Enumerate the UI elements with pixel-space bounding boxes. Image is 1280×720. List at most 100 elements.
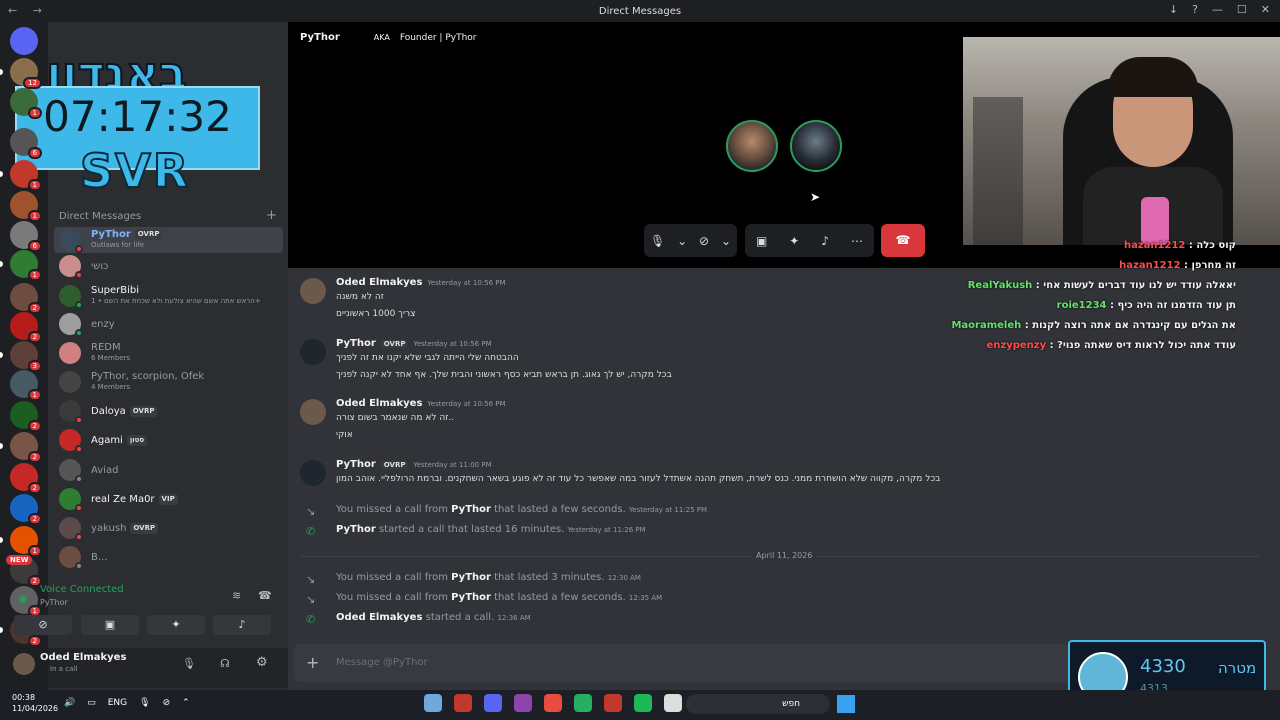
chat-overlay-text: קוס כלה <box>1196 240 1236 251</box>
taskbar-search[interactable]: חפש <box>686 694 830 714</box>
server-icon[interactable]: 2 <box>0 432 42 463</box>
network-icon[interactable]: ▭ <box>87 698 96 708</box>
add-dm-icon[interactable]: + <box>266 208 277 223</box>
message-avatar[interactable] <box>300 399 326 425</box>
mute-icon[interactable]: ⊘ <box>163 698 171 708</box>
server-icon[interactable]: 1 <box>0 250 42 281</box>
maximize-button[interactable]: ☐ <box>1237 3 1247 16</box>
microphone-icon[interactable]: 🎙 <box>139 698 150 708</box>
headphones-icon[interactable]: ☊ <box>220 657 230 670</box>
taskbar-clock[interactable]: 00:38 11/04/2026 <box>12 692 58 714</box>
server-icon[interactable]: 1 <box>10 370 42 401</box>
soundboard-button[interactable]: ♪ <box>213 615 271 635</box>
server-icon[interactable]: 6 <box>10 128 42 159</box>
dm-item[interactable]: Aviad <box>54 457 283 483</box>
message-input[interactable]: Message @PyThor <box>336 657 428 668</box>
system-message-user[interactable]: Oded Elmakyes <box>336 612 422 623</box>
noise-suppression-icon[interactable]: ≋ <box>232 589 241 602</box>
dm-item[interactable]: REDM 6 Members <box>54 340 283 366</box>
system-message-user[interactable]: PyThor <box>451 504 491 515</box>
tray-overflow-icon[interactable]: ⌃ <box>182 698 190 708</box>
dm-item[interactable]: Daloya OVRP <box>54 398 283 424</box>
dm-item[interactable]: enzy <box>54 311 283 337</box>
more-options-icon[interactable]: ⋯ <box>851 234 863 248</box>
dm-item[interactable]: yakush OVRP <box>54 515 283 541</box>
dm-item[interactable]: כושי <box>54 253 283 279</box>
message-author[interactable]: Oded Elmakyes <box>336 277 422 288</box>
user-name[interactable]: Oded Elmakyes <box>40 652 126 663</box>
chat-overlay-line: זה מחרפן : hazan1212 <box>1119 260 1236 271</box>
language-indicator[interactable]: ENG <box>108 698 127 708</box>
chrome-app-icon[interactable] <box>574 694 592 712</box>
server-icon[interactable]: 1 <box>0 160 42 191</box>
chevron-down-icon[interactable]: ⌄ <box>721 234 731 248</box>
help-icon[interactable]: ? <box>1192 3 1198 16</box>
call-participant-avatar[interactable] <box>790 120 842 172</box>
taskbar-app-icon[interactable] <box>604 694 622 712</box>
dm-item[interactable]: PyThor OVRP Outlaws for life <box>54 227 283 253</box>
server-icon[interactable]: 2 <box>10 283 42 314</box>
message-author[interactable]: PyThor <box>336 459 376 470</box>
settings-gear-icon[interactable]: ⚙ <box>256 655 268 670</box>
close-button[interactable]: ✕ <box>1261 3 1270 16</box>
soundboard-icon[interactable]: ♪ <box>821 234 829 248</box>
voice-channel[interactable]: PyThor <box>40 598 68 607</box>
system-message-user[interactable]: PyThor <box>336 524 376 535</box>
server-icon[interactable]: 2 <box>10 401 42 432</box>
message-avatar[interactable] <box>300 278 326 304</box>
microphone-icon[interactable]: 🎙 <box>650 234 665 248</box>
activities-icon[interactable]: ✦ <box>789 234 799 248</box>
server-icon[interactable]: 1 <box>10 88 42 119</box>
dm-item-name-row: Agami סטון <box>91 434 148 446</box>
volume-icon[interactable]: 🔊 <box>64 698 75 708</box>
server-icon[interactable]: 1 <box>10 191 42 222</box>
message-text: ההבטחה שלי הייתה לגבי שלא יקנו את זה לפנ… <box>336 353 519 363</box>
user-avatar[interactable] <box>13 653 35 675</box>
taskbar-app-icon[interactable] <box>544 694 562 712</box>
message-avatar[interactable] <box>300 339 326 365</box>
missed-call-icon: ↘ <box>306 505 316 518</box>
goal-label: מטרה <box>1218 659 1257 677</box>
message-author[interactable]: PyThor <box>336 338 376 349</box>
system-message-user[interactable]: PyThor <box>451 592 491 603</box>
download-icon[interactable]: ↓ <box>1169 3 1178 16</box>
taskbar-app-icon[interactable] <box>514 694 532 712</box>
dm-item[interactable]: real Ze Ma0r VIP <box>54 486 283 512</box>
taskbar-app-icon[interactable] <box>424 694 442 712</box>
dm-item[interactable]: SuperBibi הראש אתה אשם שהיא צולעת ולא שכח… <box>54 283 283 309</box>
file-explorer-icon[interactable] <box>664 694 682 712</box>
server-icon[interactable]: 12 <box>0 58 42 89</box>
camera-off-icon[interactable]: ⊘ <box>699 234 709 248</box>
discord-app-icon[interactable] <box>484 694 502 712</box>
server-icon[interactable]: 2 <box>10 312 42 343</box>
taskbar-app-icon[interactable] <box>454 694 472 712</box>
screen-share-icon[interactable]: ▣ <box>756 234 767 248</box>
server-icon[interactable]: 1 <box>0 526 42 557</box>
call-user-name[interactable]: PyThor <box>300 32 340 43</box>
server-icon[interactable]: 3 <box>0 341 42 372</box>
screen-share-button[interactable]: ▣ <box>81 615 139 635</box>
windows-start-icon[interactable] <box>837 695 855 713</box>
server-icon[interactable]: 6 <box>10 221 42 252</box>
dm-item-name: Aviad <box>91 464 119 476</box>
microphone-icon[interactable]: 🎙 <box>182 657 196 670</box>
server-icon[interactable]: 2 <box>10 494 42 525</box>
server-icon[interactable]: 2 <box>10 463 42 494</box>
camera-off-button[interactable]: ⊘ <box>14 615 72 635</box>
attach-plus-icon[interactable]: + <box>306 653 319 672</box>
message-avatar[interactable] <box>300 460 326 486</box>
dm-item[interactable]: PyThor, scorpion, Ofek 4 Members <box>54 369 283 395</box>
dm-item[interactable]: Agami סטון <box>54 427 283 453</box>
voice-status[interactable]: Voice Connected <box>40 584 124 595</box>
dm-item[interactable]: B... <box>54 544 283 570</box>
discord-home-icon[interactable] <box>10 27 38 55</box>
message-author[interactable]: Oded Elmakyes <box>336 398 422 409</box>
system-message-user[interactable]: PyThor <box>451 572 491 583</box>
disconnect-icon[interactable]: ☎ <box>258 589 272 602</box>
activities-button[interactable]: ✦ <box>147 615 205 635</box>
minimize-button[interactable]: — <box>1212 3 1223 16</box>
call-participant-avatar[interactable] <box>726 120 778 172</box>
hang-up-button[interactable]: ☎ <box>881 224 925 257</box>
spotify-app-icon[interactable] <box>634 694 652 712</box>
chevron-down-icon[interactable]: ⌄ <box>677 234 687 248</box>
